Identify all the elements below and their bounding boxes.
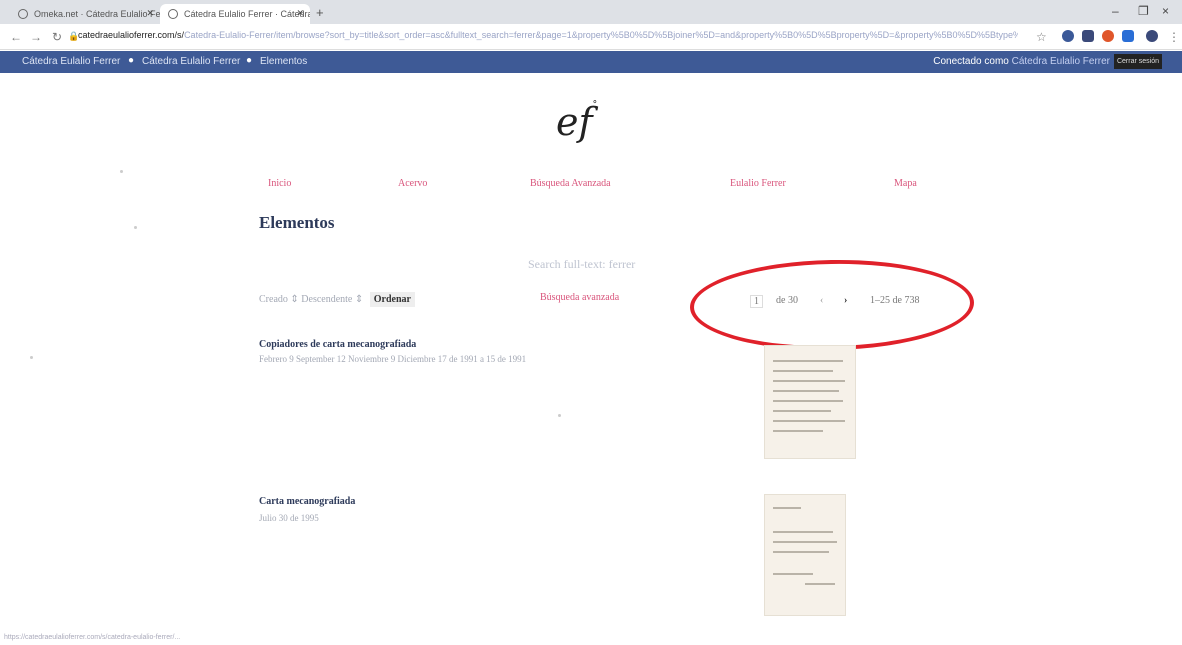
close-tab-icon[interactable]: ✕ xyxy=(296,8,304,19)
separator-icon: ● xyxy=(128,55,135,66)
item-title-link[interactable]: Copiadores de carta mecanografiada xyxy=(259,339,416,350)
browser-tab-active[interactable]: Cátedra Eulalio Ferrer · Cátedra... ✕ xyxy=(160,4,310,24)
connected-prefix: Conectado como xyxy=(933,56,1009,67)
chevron-updown-icon: ⇕ xyxy=(354,294,364,305)
highlight-ellipse xyxy=(689,257,975,353)
extension-icon[interactable] xyxy=(1082,30,1094,42)
scan-speck xyxy=(30,356,33,359)
chevron-updown-icon: ⇕ xyxy=(290,294,299,305)
status-bar-url: https://catedraeulalioferrer.com/s/cated… xyxy=(4,634,181,641)
scan-speck xyxy=(558,414,561,417)
site-logo[interactable]: ef° xyxy=(556,100,597,144)
nav-inicio[interactable]: Inicio xyxy=(268,178,291,189)
connected-as: Conectado como Cátedra Eulalio Ferrer xyxy=(933,56,1110,67)
logo-text: ef xyxy=(556,100,593,144)
item-title-link[interactable]: Carta mecanografiada xyxy=(259,496,355,507)
separator-icon: ● xyxy=(246,55,253,66)
admin-link-site[interactable]: Cátedra Eulalio Ferrer xyxy=(22,56,120,67)
item-thumbnail[interactable] xyxy=(764,494,846,616)
new-tab-button[interactable]: + xyxy=(316,5,324,20)
admin-link-site-2[interactable]: Cátedra Eulalio Ferrer xyxy=(142,56,240,67)
sort-button[interactable]: Ordenar xyxy=(369,292,415,307)
logout-button[interactable]: Cerrar sesión xyxy=(1114,54,1162,69)
admin-link-items[interactable]: Elementos xyxy=(260,56,307,67)
sort-order-select[interactable]: Descendente xyxy=(301,294,352,305)
item-date: Febrero 9 September 12 Noviembre 9 Dicie… xyxy=(259,354,527,364)
scan-speck xyxy=(120,170,123,173)
nav-acervo[interactable]: Acervo xyxy=(398,178,427,189)
restore-button[interactable]: ❐ xyxy=(1138,4,1149,18)
nav-busqueda-avanzada[interactable]: Búsqueda Avanzada xyxy=(530,178,611,189)
close-window-button[interactable]: × xyxy=(1162,4,1169,18)
profile-avatar-icon[interactable] xyxy=(1146,30,1158,42)
globe-icon xyxy=(168,9,178,19)
menu-icon[interactable]: ⋮ xyxy=(1168,30,1180,44)
extension-icon[interactable] xyxy=(1122,30,1134,42)
advanced-search-link[interactable]: Búsqueda avanzada xyxy=(540,292,619,303)
connected-user[interactable]: Cátedra Eulalio Ferrer xyxy=(1012,56,1110,67)
url-field[interactable]: catedraeulalioferrer.com/s/Catedra-Eulal… xyxy=(78,30,1018,45)
item-date: Julio 30 de 1995 xyxy=(259,513,319,523)
browser-tab-bar: Omeka.net · Cátedra Eulalio Ferr... ✕ Cá… xyxy=(0,0,1182,24)
close-tab-icon[interactable]: ✕ xyxy=(146,8,154,19)
tab-label: Omeka.net · Cátedra Eulalio Ferr... xyxy=(34,9,160,19)
search-summary: Search full-text: ferrer xyxy=(528,257,636,271)
scan-speck xyxy=(134,226,137,229)
page-title: Elementos xyxy=(259,213,335,232)
url-path: Catedra-Eulalio-Ferrer/item/browse?sort_… xyxy=(184,30,1018,40)
extension-icon[interactable] xyxy=(1062,30,1074,42)
browser-tab[interactable]: Omeka.net · Cátedra Eulalio Ferr... ✕ xyxy=(10,4,160,24)
item-thumbnail[interactable] xyxy=(764,345,856,459)
extension-icon[interactable] xyxy=(1102,30,1114,42)
nav-mapa[interactable]: Mapa xyxy=(894,178,917,189)
globe-icon xyxy=(18,9,28,19)
reload-icon[interactable]: ↻ xyxy=(52,30,62,44)
sort-by-select[interactable]: Creado xyxy=(259,294,288,305)
nav-eulalio-ferrer[interactable]: Eulalio Ferrer xyxy=(730,178,786,189)
star-icon[interactable]: ☆ xyxy=(1036,30,1047,44)
forward-icon[interactable]: → xyxy=(30,30,42,44)
tab-label: Cátedra Eulalio Ferrer · Cátedra... xyxy=(184,9,310,19)
address-bar: ← → ↻ 🔒 catedraeulalioferrer.com/s/Cated… xyxy=(0,24,1182,50)
back-icon[interactable]: ← xyxy=(10,30,22,44)
sort-controls: Creado ⇕ Descendente ⇕ Ordenar xyxy=(259,292,415,307)
url-host: catedraeulalioferrer.com/s/ xyxy=(78,30,185,40)
minimize-button[interactable]: – xyxy=(1112,4,1119,18)
admin-bar: Cátedra Eulalio Ferrer ● Cátedra Eulalio… xyxy=(0,51,1182,73)
